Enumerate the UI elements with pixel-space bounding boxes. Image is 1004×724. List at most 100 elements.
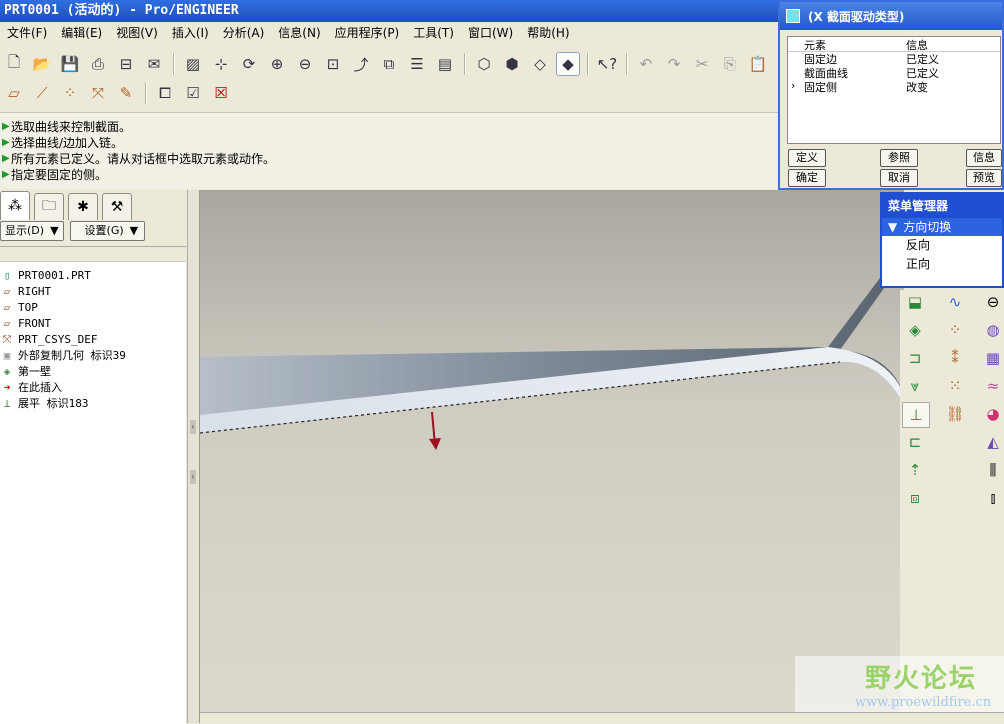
tree-item[interactable]: ▱ FRONT bbox=[0, 316, 186, 332]
tree-item[interactable]: ▱ RIGHT bbox=[0, 284, 186, 300]
shell-icon[interactable]: ◍ bbox=[980, 318, 1004, 342]
flatten-feature-icon[interactable]: ⊥ bbox=[902, 402, 930, 428]
datum-point-icon[interactable]: ⁘ bbox=[58, 81, 82, 105]
context-help-icon[interactable]: ↖? bbox=[595, 52, 619, 76]
new-icon[interactable]: 🗋 bbox=[2, 52, 26, 76]
paste-icon[interactable]: 📋 bbox=[746, 52, 770, 76]
save-icon[interactable]: 💾 bbox=[58, 52, 82, 76]
folder-browser-tab-icon[interactable]: 🗀 bbox=[34, 193, 64, 220]
axis-icon[interactable]: ⁑ bbox=[942, 346, 968, 370]
print-setup-icon[interactable]: ⊟ bbox=[114, 52, 138, 76]
chain-icon[interactable]: ⛓ bbox=[942, 402, 968, 426]
corner-relief-icon[interactable]: ⧈ bbox=[902, 486, 928, 510]
table-row[interactable]: 截面曲线 已定义 bbox=[788, 66, 1000, 80]
info-button[interactable]: 信息 bbox=[966, 149, 1002, 167]
favorites-tab-icon[interactable]: ✱ bbox=[68, 193, 98, 220]
settings-dropdown[interactable]: 设置(G) ▼ bbox=[69, 221, 146, 241]
layers-icon[interactable]: ☰ bbox=[405, 52, 429, 76]
repaint-icon[interactable]: ▨ bbox=[181, 52, 205, 76]
named-view-icon[interactable]: ⤴ bbox=[349, 52, 373, 76]
define-button[interactable]: 定义 bbox=[788, 149, 826, 167]
references-button[interactable]: 参照 bbox=[880, 149, 918, 167]
preview-button[interactable]: 预览 bbox=[966, 169, 1002, 187]
datum-axis-icon[interactable]: ⟋ bbox=[30, 81, 54, 105]
menu-edit[interactable]: 编辑(E) bbox=[54, 22, 109, 44]
bend-back-icon[interactable]: ⇡ bbox=[902, 458, 928, 482]
menu-file[interactable]: 文件(F) bbox=[0, 22, 54, 44]
menu-manager: 菜单管理器 ▼ 方向切换 反向 正向 bbox=[880, 192, 1004, 288]
open-icon[interactable]: 📂 bbox=[30, 52, 54, 76]
undo-icon[interactable]: ↶ bbox=[634, 52, 658, 76]
direction-toggle-header[interactable]: ▼ 方向切换 bbox=[882, 218, 1002, 236]
sketched-curve-icon[interactable]: ∿ bbox=[942, 290, 968, 314]
hidden-line-icon[interactable]: ⬢ bbox=[500, 52, 524, 76]
close-window-icon[interactable]: ☒ bbox=[209, 81, 233, 105]
tree-item[interactable]: ➜ 在此插入 bbox=[0, 380, 186, 396]
menu-item-reverse[interactable]: 反向 bbox=[882, 236, 1002, 255]
table-row[interactable]: 固定边 已定义 bbox=[788, 52, 1000, 66]
message-line: ▶ 选取曲线来控制截面。 bbox=[2, 120, 132, 134]
datum-csys-icon[interactable]: ⤧ bbox=[86, 81, 110, 105]
graphics-viewport[interactable] bbox=[200, 190, 904, 723]
no-hidden-icon[interactable]: ◇ bbox=[528, 52, 552, 76]
tree-item[interactable]: ◈ 第一壁 bbox=[0, 364, 186, 380]
model-tree-tab-icon[interactable]: ⁂ bbox=[0, 191, 30, 220]
menu-applications[interactable]: 应用程序(P) bbox=[328, 22, 407, 44]
ruler-icon[interactable]: ⁙ bbox=[942, 374, 968, 398]
menu-item-forward[interactable]: 正向 bbox=[882, 255, 1002, 274]
tree-item[interactable]: ▣ 外部复制几何 标识39 bbox=[0, 348, 186, 364]
wave-icon[interactable]: ≈ bbox=[980, 374, 1004, 398]
tree-item[interactable]: ▯ PRT0001.PRT bbox=[0, 268, 186, 284]
collapse-left-icon[interactable]: ‹ bbox=[190, 420, 196, 434]
expand-right-icon[interactable]: › bbox=[190, 470, 196, 484]
solid-icon[interactable]: ◭ bbox=[980, 430, 1004, 454]
copy-icon[interactable]: ⎘ bbox=[718, 52, 742, 76]
print-icon[interactable]: ⎙ bbox=[86, 52, 110, 76]
cancel-button[interactable]: 取消 bbox=[880, 169, 918, 187]
wall-feature-icon[interactable]: ◈ bbox=[902, 318, 928, 342]
redo-icon[interactable]: ↷ bbox=[662, 52, 686, 76]
menu-info[interactable]: 信息(N) bbox=[271, 22, 327, 44]
revolve-icon[interactable]: ⊖ bbox=[980, 290, 1004, 314]
scale-icon[interactable]: ⫼ bbox=[980, 458, 1004, 482]
window-icon[interactable]: ⧠ bbox=[153, 81, 177, 105]
tree-item[interactable]: ⊥ 展平 标识183 bbox=[0, 396, 186, 412]
tree-item[interactable]: ▱ TOP bbox=[0, 300, 186, 316]
section-drive-dialog: (X 截面驱动类型) 元素 信息 固定边 已定义 截面曲线 已定义 › 固定侧 改… bbox=[778, 0, 1004, 190]
shading-icon[interactable]: ◆ bbox=[556, 52, 580, 76]
spin-center-icon[interactable]: ⊹ bbox=[209, 52, 233, 76]
refit-icon[interactable]: ⊡ bbox=[321, 52, 345, 76]
color-wheel-icon[interactable]: ◕ bbox=[980, 402, 1004, 426]
extrude-icon[interactable]: ⬓ bbox=[902, 290, 928, 314]
menu-help[interactable]: 帮助(H) bbox=[520, 22, 576, 44]
mail-icon[interactable]: ✉ bbox=[142, 52, 166, 76]
ok-button[interactable]: 确定 bbox=[788, 169, 826, 187]
appearance-icon[interactable]: ▤ bbox=[433, 52, 457, 76]
measure-icon[interactable]: ⫾ bbox=[980, 486, 1004, 510]
flange-icon[interactable]: ⊐ bbox=[902, 346, 928, 370]
wireframe-icon[interactable]: ⬡ bbox=[472, 52, 496, 76]
sketch-icon[interactable]: ✎ bbox=[114, 81, 138, 105]
bend-icon[interactable]: ⩔ bbox=[902, 374, 928, 398]
connections-tab-icon[interactable]: ⚒ bbox=[102, 193, 132, 220]
menu-insert[interactable]: 插入(I) bbox=[165, 22, 216, 44]
view-list-icon[interactable]: ⧉ bbox=[377, 52, 401, 76]
panel-splitter[interactable]: ‹ › bbox=[188, 190, 200, 723]
table-row[interactable]: › 固定侧 改变 bbox=[788, 79, 1000, 94]
menu-tools[interactable]: 工具(T) bbox=[406, 22, 461, 44]
unbend-icon[interactable]: ⊏ bbox=[902, 430, 928, 454]
check-icon[interactable]: ☑ bbox=[181, 81, 205, 105]
toolbar-separator bbox=[173, 53, 174, 75]
show-dropdown[interactable]: 显示(D) ▼ bbox=[0, 221, 64, 241]
menu-window[interactable]: 窗口(W) bbox=[461, 22, 520, 44]
cut-icon[interactable]: ✂ bbox=[690, 52, 714, 76]
tree-item[interactable]: ⤧ PRT_CSYS_DEF bbox=[0, 332, 186, 348]
menu-analysis[interactable]: 分析(A) bbox=[216, 22, 272, 44]
zoom-out-icon[interactable]: ⊖ bbox=[293, 52, 317, 76]
datum-plane-icon[interactable]: ▱ bbox=[2, 81, 26, 105]
orient-icon[interactable]: ⟳ bbox=[237, 52, 261, 76]
zoom-in-icon[interactable]: ⊕ bbox=[265, 52, 289, 76]
surface-icon[interactable]: ▦ bbox=[980, 346, 1004, 370]
points-icon[interactable]: ⁘ bbox=[942, 318, 968, 342]
menu-view[interactable]: 视图(V) bbox=[109, 22, 165, 44]
